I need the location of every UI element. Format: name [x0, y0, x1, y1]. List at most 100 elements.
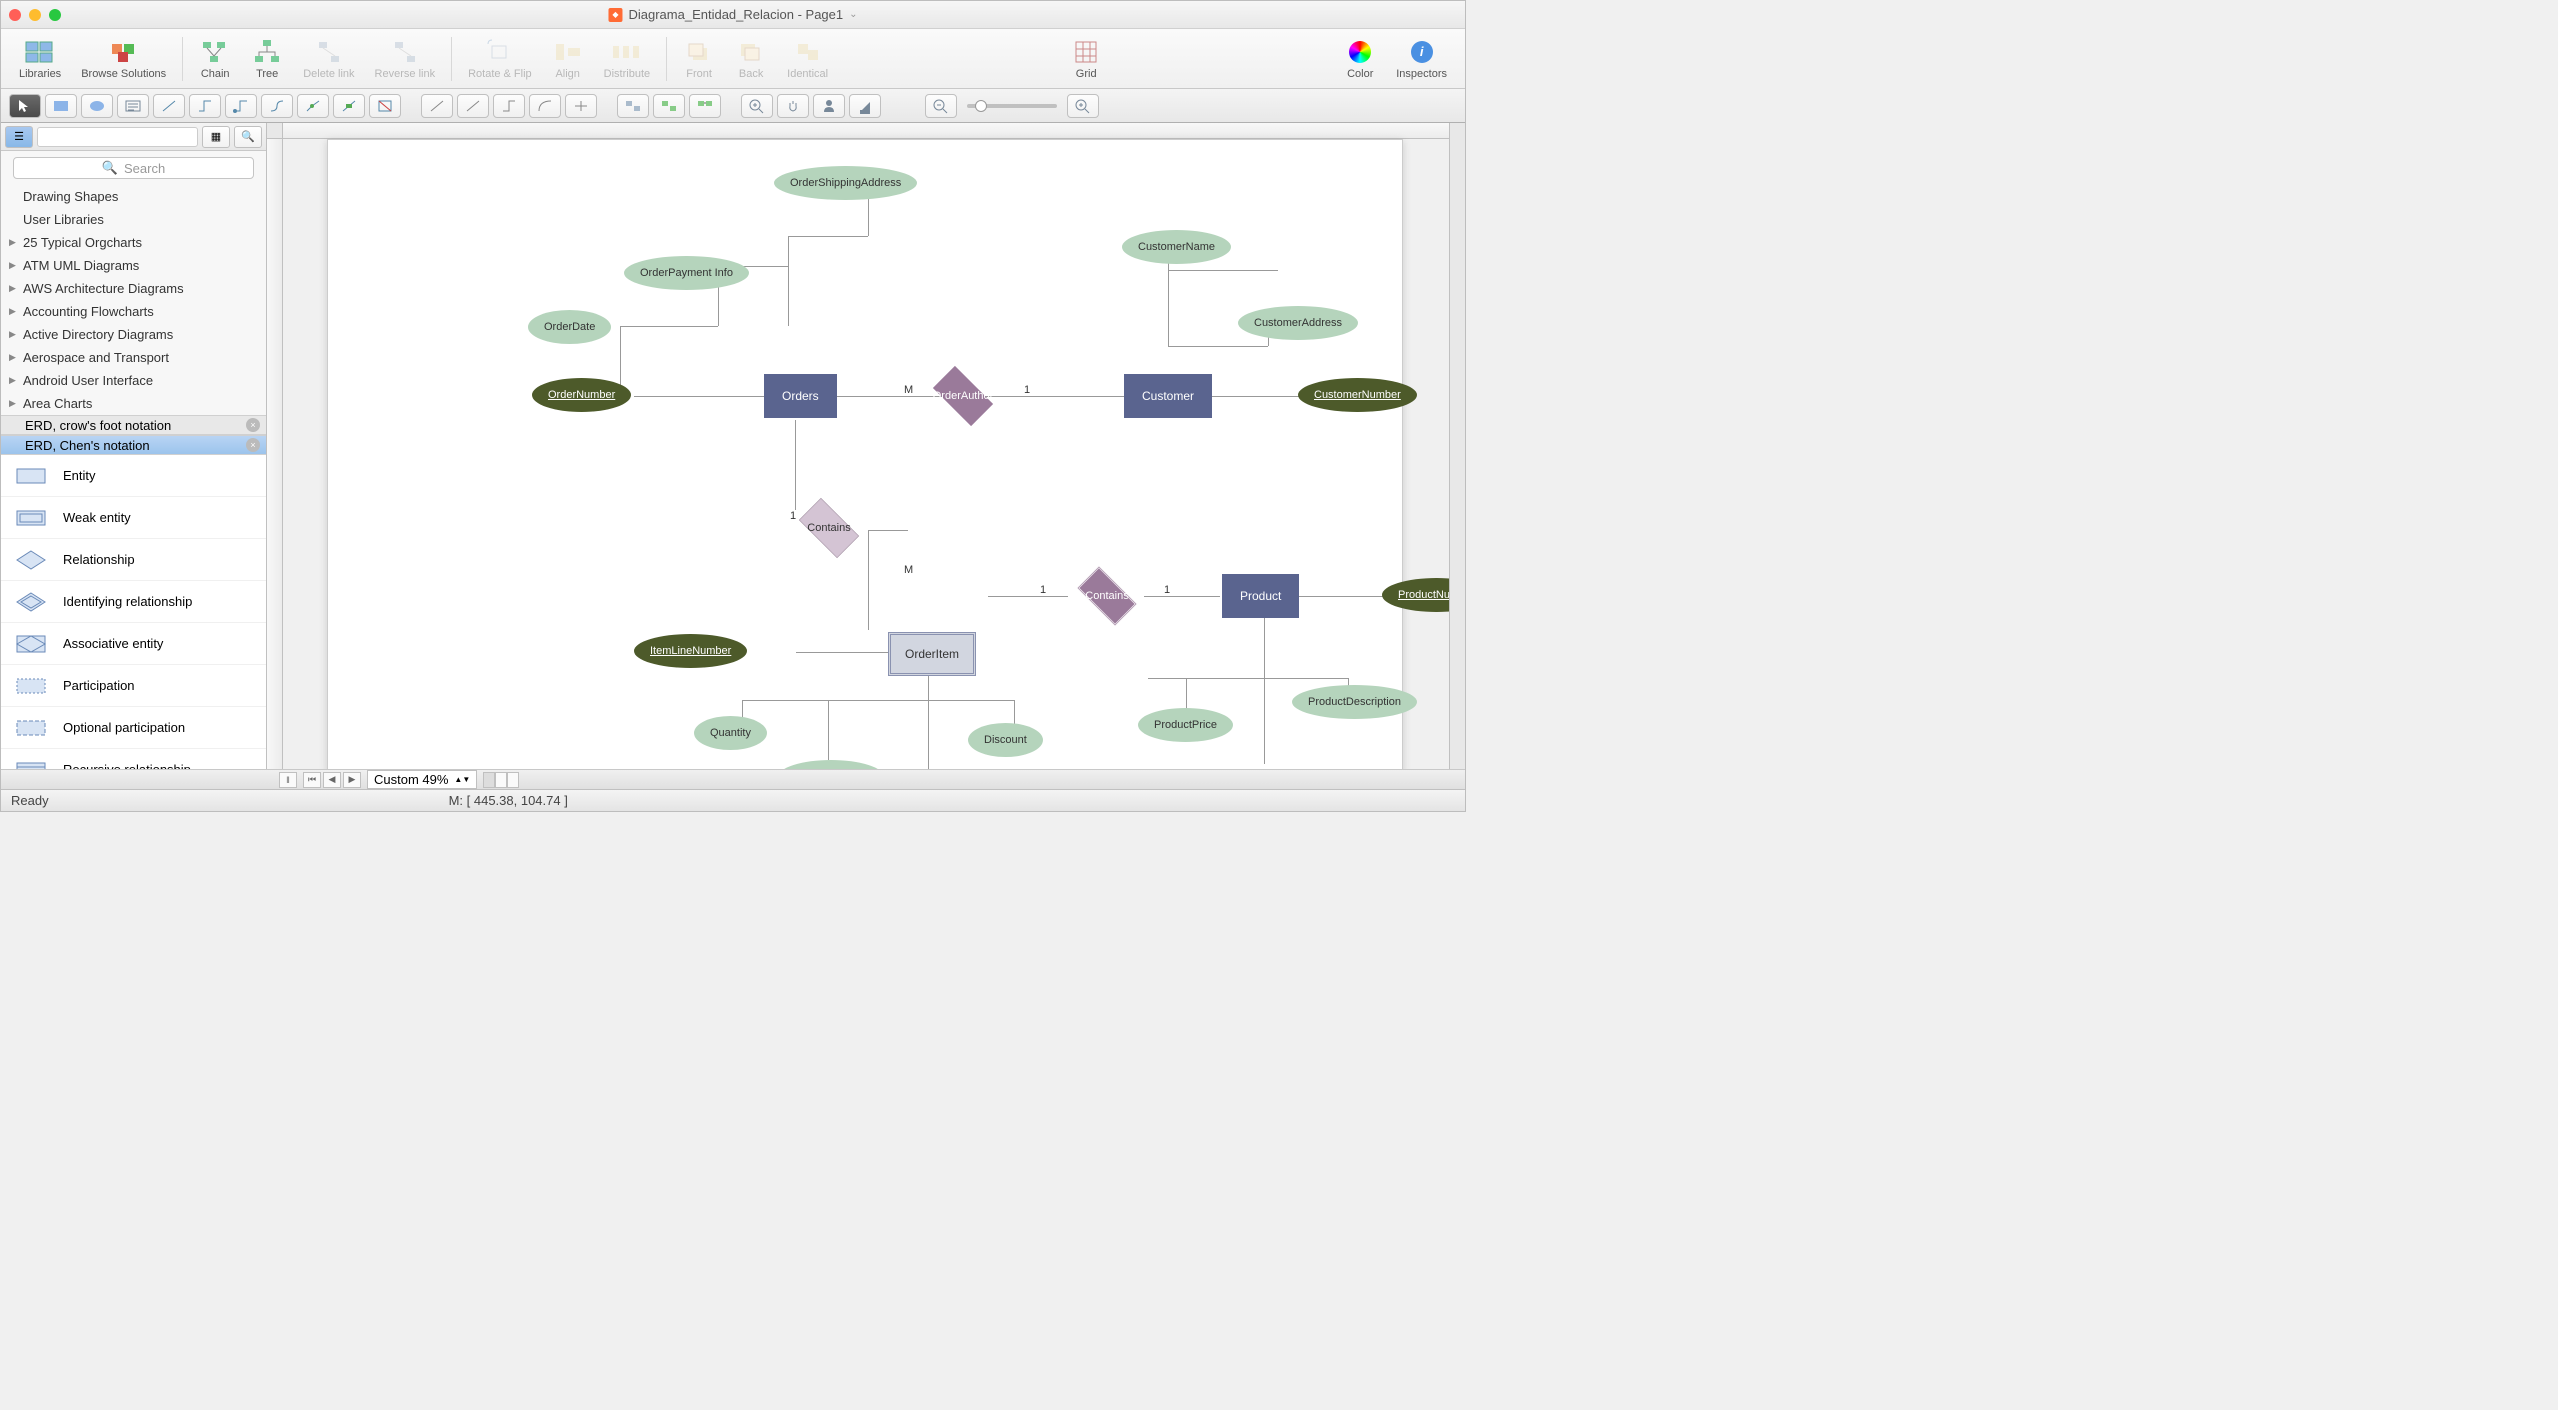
search-input[interactable]: 🔍 Search — [13, 157, 254, 179]
attr-orderpayment[interactable]: OrderPayment Info — [624, 256, 749, 290]
attr-ordershipping[interactable]: OrderShippingAddress — [774, 166, 917, 200]
sidebar-search-tab[interactable]: 🔍 — [234, 126, 262, 148]
back-button[interactable]: Back — [727, 38, 775, 80]
page-tabs[interactable] — [483, 772, 519, 788]
line-tool-5[interactable] — [297, 94, 329, 118]
library-category[interactable]: ▶Aerospace and Transport — [1, 346, 266, 369]
shape-item[interactable]: Participation — [1, 665, 266, 707]
libraries-button[interactable]: Libraries — [11, 38, 69, 80]
entity-orders[interactable]: Orders — [764, 374, 837, 418]
attr-specialoptions[interactable]: SpecialOptions — [778, 760, 884, 769]
attr-quantity[interactable]: Quantity — [694, 716, 767, 750]
zoom-out-button[interactable] — [925, 94, 957, 118]
library-category[interactable]: ▶Area Charts — [1, 392, 266, 415]
minimize-window-button[interactable] — [29, 9, 41, 21]
sidebar-tab-library[interactable]: ☰ — [5, 126, 33, 148]
pointer-tool[interactable] — [9, 94, 41, 118]
library-category[interactable]: ▶Drawing Shapes — [1, 185, 266, 208]
close-window-button[interactable] — [9, 9, 21, 21]
zoom-in-tool[interactable] — [741, 94, 773, 118]
shape-item[interactable]: Associative entity — [1, 623, 266, 665]
zoom-in-button[interactable] — [1067, 94, 1099, 118]
front-button[interactable]: Front — [675, 38, 723, 80]
page-prev[interactable]: ◀ — [323, 772, 341, 788]
sidebar-filter[interactable] — [37, 127, 198, 147]
group-tool-2[interactable] — [653, 94, 685, 118]
attr-discount[interactable]: Discount — [968, 723, 1043, 757]
align-button[interactable]: Align — [544, 38, 592, 80]
attr-orderdate[interactable]: OrderDate — [528, 310, 611, 344]
library-category[interactable]: ▶25 Typical Orgcharts — [1, 231, 266, 254]
shape-item[interactable]: Entity — [1, 455, 266, 497]
chevron-down-icon[interactable]: ⌄ — [849, 9, 857, 20]
attr-productdescription[interactable]: ProductDescription — [1292, 685, 1417, 719]
line-tool-6[interactable] — [333, 94, 365, 118]
close-icon[interactable]: × — [246, 418, 260, 432]
user-tool[interactable] — [813, 94, 845, 118]
group-tool-1[interactable] — [617, 94, 649, 118]
library-section-tab[interactable]: ERD, Chen's notation× — [1, 435, 266, 455]
tree-button[interactable]: Tree — [243, 38, 291, 80]
line-tool-3[interactable] — [225, 94, 257, 118]
rel-contains-1[interactable]: Contains — [784, 502, 874, 554]
library-category[interactable]: ▶Android User Interface — [1, 369, 266, 392]
rel-contains-2[interactable]: Contains — [1062, 570, 1152, 622]
conn-tool-2[interactable] — [457, 94, 489, 118]
library-category[interactable]: ▶ATM UML Diagrams — [1, 254, 266, 277]
group-tool-3[interactable] — [689, 94, 721, 118]
pan-tool[interactable] — [777, 94, 809, 118]
rotate-flip-button[interactable]: Rotate & Flip — [460, 38, 540, 80]
attr-customernumber[interactable]: CustomerNumber — [1298, 378, 1417, 412]
attr-itemlinenumber[interactable]: ItemLineNumber — [634, 634, 747, 668]
shape-item[interactable]: Relationship — [1, 539, 266, 581]
close-icon[interactable]: × — [246, 438, 260, 452]
color-button[interactable]: Color — [1336, 38, 1384, 80]
rect-tool[interactable] — [45, 94, 77, 118]
attr-productprice[interactable]: ProductPrice — [1138, 708, 1233, 742]
identical-button[interactable]: Identical — [779, 38, 836, 80]
chain-button[interactable]: Chain — [191, 38, 239, 80]
grid-button[interactable]: Grid — [1062, 38, 1110, 80]
reverse-link-button[interactable]: Reverse link — [367, 38, 444, 80]
shape-item[interactable]: Identifying relationship — [1, 581, 266, 623]
library-category[interactable]: ▶AWS Architecture Diagrams — [1, 277, 266, 300]
page-collapse[interactable]: ‖ — [279, 772, 297, 788]
delete-link-button[interactable]: Delete link — [295, 38, 362, 80]
inspectors-button[interactable]: i Inspectors — [1388, 38, 1455, 80]
page-first[interactable]: ⏮ — [303, 772, 321, 788]
library-category[interactable]: ▶Active Directory Diagrams — [1, 323, 266, 346]
attr-customername[interactable]: CustomerName — [1122, 230, 1231, 264]
line-tool-2[interactable] — [189, 94, 221, 118]
page-next[interactable]: ▶ — [343, 772, 361, 788]
library-category[interactable]: ▶User Libraries — [1, 208, 266, 231]
pen-tool[interactable] — [849, 94, 881, 118]
sidebar-view-grid[interactable]: ▦ — [202, 126, 230, 148]
shape-item[interactable]: Optional participation — [1, 707, 266, 749]
line-tool-4[interactable] — [261, 94, 293, 118]
maximize-window-button[interactable] — [49, 9, 61, 21]
library-section-tab[interactable]: ERD, crow's foot notation× — [1, 415, 266, 435]
attr-productnumber[interactable]: ProductNumber — [1382, 578, 1449, 612]
zoom-select[interactable]: Custom 49%▲▼ — [367, 770, 477, 789]
shape-item[interactable]: Recursive relationship — [1, 749, 266, 769]
conn-tool-5[interactable] — [565, 94, 597, 118]
distribute-button[interactable]: Distribute — [596, 38, 658, 80]
line-tool-1[interactable] — [153, 94, 185, 118]
line-tool-7[interactable] — [369, 94, 401, 118]
browse-solutions-button[interactable]: Browse Solutions — [73, 38, 174, 80]
entity-product[interactable]: Product — [1222, 574, 1299, 618]
rel-orderauthor[interactable]: OrderAuthor — [918, 370, 1008, 422]
attr-ordernumber[interactable]: OrderNumber — [532, 378, 631, 412]
attr-customeraddress[interactable]: CustomerAddress — [1238, 306, 1358, 340]
conn-tool-1[interactable] — [421, 94, 453, 118]
entity-customer[interactable]: Customer — [1124, 374, 1212, 418]
ellipse-tool[interactable] — [81, 94, 113, 118]
conn-tool-4[interactable] — [529, 94, 561, 118]
canvas[interactable]: OrderDate OrderPayment Info OrderShippin… — [267, 123, 1449, 769]
text-tool[interactable] — [117, 94, 149, 118]
right-sidebar-collapsed[interactable] — [1449, 123, 1465, 769]
shape-item[interactable]: Weak entity — [1, 497, 266, 539]
conn-tool-3[interactable] — [493, 94, 525, 118]
library-category[interactable]: ▶Accounting Flowcharts — [1, 300, 266, 323]
entity-orderitem[interactable]: OrderItem — [888, 632, 976, 676]
